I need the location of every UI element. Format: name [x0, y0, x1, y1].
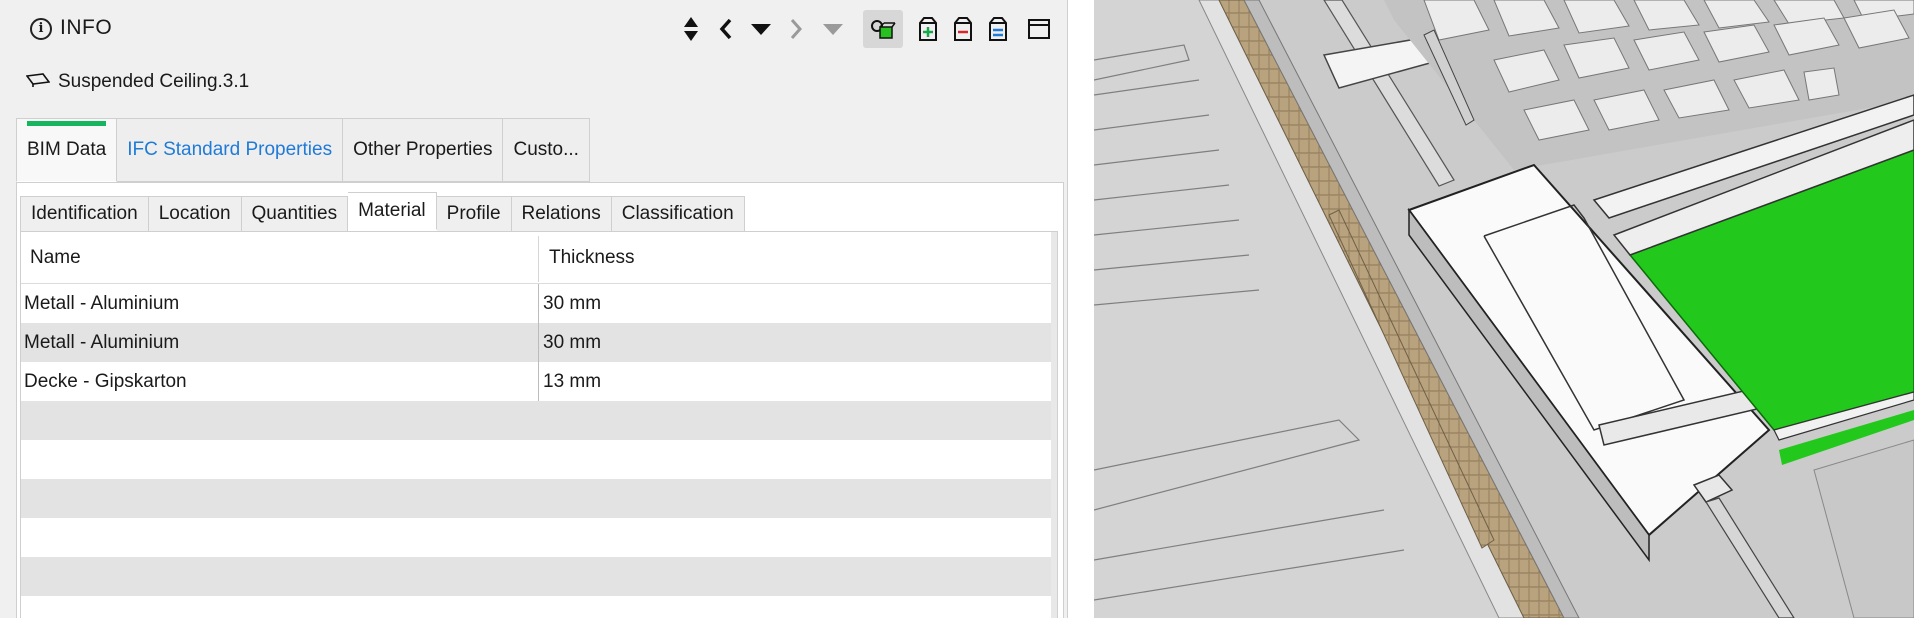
- subtab-profile[interactable]: Profile: [436, 196, 512, 232]
- empty-row: [21, 479, 1057, 518]
- cell-divider: [538, 323, 539, 362]
- ceiling-object-icon: [25, 73, 51, 95]
- cell-thickness: 30 mm: [543, 332, 602, 353]
- object-name: Suspended Ceiling.3.1: [58, 71, 250, 92]
- info-panel: i INFO Suspended Ceiling.3.1 BIM Data IF…: [0, 0, 1068, 618]
- cell-divider: [538, 362, 539, 401]
- main-tabs: BIM Data IFC Standard Properties Other P…: [16, 118, 590, 182]
- subtab-location[interactable]: Location: [148, 196, 242, 232]
- empty-row: [21, 401, 1057, 440]
- add-to-set-icon[interactable]: [912, 10, 944, 48]
- cell-name: Metall - Aluminium: [24, 293, 180, 314]
- window-icon[interactable]: [1023, 10, 1055, 48]
- table-scrollbar[interactable]: [1051, 232, 1057, 618]
- tab-other-properties[interactable]: Other Properties: [343, 118, 504, 182]
- forward-icon[interactable]: [781, 10, 811, 48]
- subtab-identification[interactable]: Identification: [20, 196, 149, 232]
- filter-disabled-icon[interactable]: [818, 10, 848, 48]
- set-list-icon[interactable]: [982, 10, 1014, 48]
- empty-row: [21, 518, 1057, 557]
- empty-row: [21, 596, 1057, 618]
- sub-tabs: Identification Location Quantities Mater…: [20, 192, 745, 232]
- empty-row: [21, 557, 1057, 596]
- subtab-quantities[interactable]: Quantities: [241, 196, 349, 232]
- table-row[interactable]: Decke - Gipskarton 13 mm: [21, 362, 1057, 401]
- cell-thickness: 13 mm: [543, 371, 602, 392]
- back-icon[interactable]: [711, 10, 741, 48]
- table-header: Name Thickness: [21, 232, 1057, 284]
- material-table: Name Thickness Metall - Aluminium 30 mm …: [20, 231, 1058, 618]
- tab-custom[interactable]: Custo...: [503, 118, 590, 182]
- cell-name: Metall - Aluminium: [24, 332, 180, 353]
- table-row[interactable]: Metall - Aluminium 30 mm: [21, 323, 1057, 362]
- info-icon: i: [30, 18, 52, 40]
- column-header-thickness[interactable]: Thickness: [549, 247, 635, 269]
- sort-updown-icon[interactable]: [676, 10, 706, 48]
- filter-down-icon[interactable]: [746, 10, 776, 48]
- model-viewport[interactable]: [1094, 0, 1914, 618]
- subtab-relations[interactable]: Relations: [511, 196, 612, 232]
- column-divider[interactable]: [538, 236, 539, 282]
- table-row[interactable]: Metall - Aluminium 30 mm: [21, 284, 1057, 323]
- model-3d-view[interactable]: [1094, 0, 1914, 618]
- highlight-object-icon[interactable]: [863, 10, 903, 48]
- panel-title: INFO: [60, 16, 113, 39]
- cell-thickness: 30 mm: [543, 293, 602, 314]
- remove-from-set-icon[interactable]: [947, 10, 979, 48]
- cell-name: Decke - Gipskarton: [24, 371, 187, 392]
- splitter[interactable]: [1068, 0, 1094, 618]
- cell-divider: [538, 284, 539, 323]
- tab-ifc-standard-properties[interactable]: IFC Standard Properties: [117, 118, 344, 182]
- subtab-material[interactable]: Material: [348, 192, 437, 230]
- empty-row: [21, 440, 1057, 479]
- subtab-classification[interactable]: Classification: [611, 196, 745, 232]
- column-header-name[interactable]: Name: [30, 247, 81, 269]
- tab-bim-data[interactable]: BIM Data: [16, 118, 118, 182]
